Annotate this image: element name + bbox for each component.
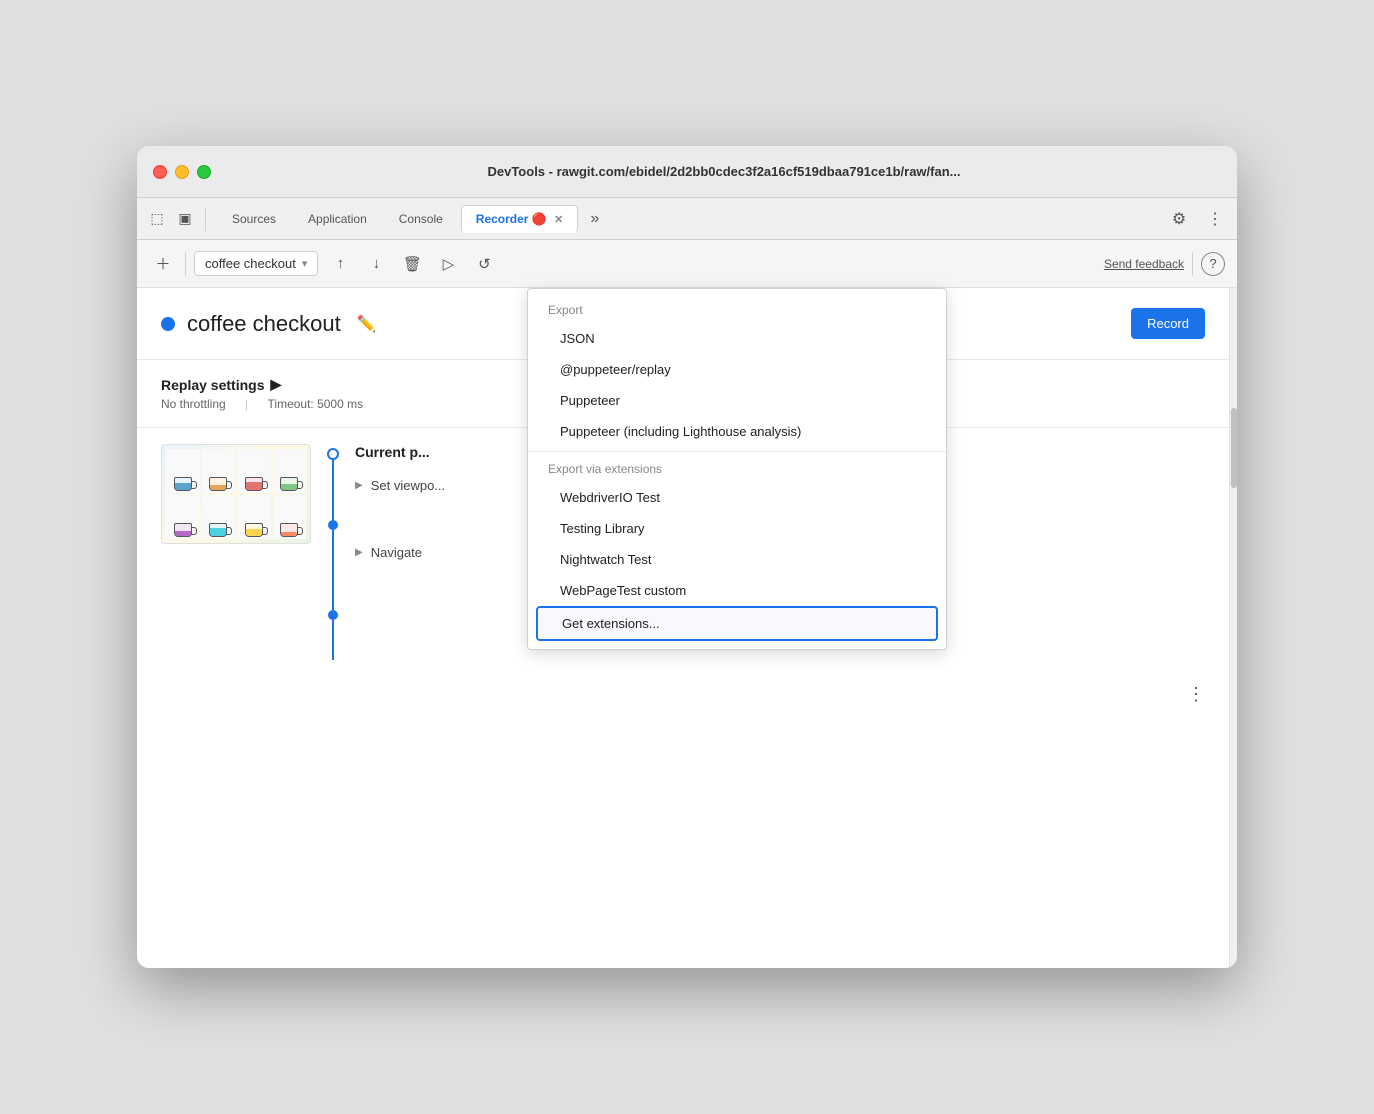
chevron-down-icon: ▾ — [302, 257, 308, 270]
toolbar-divider-2 — [1192, 252, 1193, 276]
toolbar-right: Send feedback ? — [1104, 252, 1225, 276]
more-options-dots-icon[interactable]: ⋮ — [1187, 684, 1205, 705]
step-more-area: ⋮ — [137, 676, 1229, 713]
recording-selector[interactable]: coffee checkout ▾ — [194, 251, 318, 276]
mug-cell-5 — [166, 495, 200, 539]
add-recording-button[interactable]: ＋ — [149, 250, 177, 278]
toolbar: ＋ coffee checkout ▾ ↑ ↓ 🗑 ▷ ↺ Send feedb… — [137, 240, 1237, 288]
export-puppeteer-lighthouse-item[interactable]: Puppeteer (including Lighthouse analysis… — [528, 416, 946, 447]
record-button[interactable]: Record — [1131, 308, 1205, 339]
step-timeline — [327, 448, 339, 660]
devtools-window: DevTools - rawgit.com/ebidel/2d2bb0cdec3… — [137, 146, 1237, 968]
get-extensions-item[interactable]: Get extensions... — [536, 606, 938, 641]
more-tabs-icon[interactable]: » — [582, 206, 607, 232]
export-webpagetest-item[interactable]: WebPageTest custom — [528, 575, 946, 606]
export-nightwatch-item[interactable]: Nightwatch Test — [528, 544, 946, 575]
export-via-extensions-label: Export via extensions — [528, 456, 946, 482]
titlebar: DevTools - rawgit.com/ebidel/2d2bb0cdec3… — [137, 146, 1237, 198]
mug-cell-6 — [202, 495, 236, 539]
step-arrow-icon: ▶ — [355, 480, 363, 491]
delete-button[interactable]: 🗑 — [398, 250, 426, 278]
slow-replay-button[interactable]: ↺ — [470, 250, 498, 278]
recording-status-dot — [161, 317, 175, 331]
timeline-start-node — [327, 448, 339, 460]
maximize-traffic-light[interactable] — [197, 165, 211, 179]
tabbar: ⬚ ▣ Sources Application Console Recorder… — [137, 198, 1237, 240]
timeline-line-1 — [332, 460, 334, 520]
mug-cell-7 — [237, 495, 271, 539]
mug-cell-2 — [202, 449, 236, 493]
export-button[interactable]: ↑ — [326, 250, 354, 278]
timeout-label: Timeout: 5000 ms — [260, 397, 372, 411]
timeline-dot-1 — [328, 520, 338, 530]
download-button[interactable]: ↓ — [362, 250, 390, 278]
dropdown-divider — [528, 451, 946, 452]
export-puppeteer-replay-item[interactable]: @puppeteer/replay — [528, 354, 946, 385]
tab-recorder-close[interactable]: ✕ — [554, 214, 563, 226]
tab-sources[interactable]: Sources — [218, 206, 290, 232]
cursor-icon[interactable]: ⬚ — [145, 207, 169, 231]
replay-settings-arrow-icon: ▶ — [270, 376, 281, 393]
export-testing-library-item[interactable]: Testing Library — [528, 513, 946, 544]
mug-cell-3 — [237, 449, 271, 493]
more-options-icon[interactable]: ⋮ — [1201, 205, 1229, 233]
tabbar-right: ⚙ ⋮ — [1165, 205, 1229, 233]
recording-title: coffee checkout — [187, 311, 341, 337]
export-puppeteer-item[interactable]: Puppeteer — [528, 385, 946, 416]
tab-nav-icons: ⬚ ▣ — [145, 207, 206, 231]
tab-recorder[interactable]: Recorder 🔴 ✕ — [461, 205, 579, 233]
scrollbar-thumb[interactable] — [1231, 408, 1237, 488]
screenshot-thumbnail — [161, 444, 311, 544]
recording-name: coffee checkout — [205, 256, 296, 271]
edit-title-icon[interactable]: ✏️ — [357, 314, 377, 334]
mug-cell-4 — [273, 449, 307, 493]
export-json-item[interactable]: JSON — [528, 323, 946, 354]
tab-console[interactable]: Console — [385, 206, 457, 232]
panel-icon[interactable]: ▣ — [173, 207, 197, 231]
export-section-label: Export — [528, 297, 946, 323]
settings-icon[interactable]: ⚙ — [1165, 205, 1193, 233]
help-button[interactable]: ? — [1201, 252, 1225, 276]
separator: | — [237, 397, 256, 411]
scrollbar[interactable] — [1229, 288, 1237, 968]
mug-cell-1 — [166, 449, 200, 493]
mug-grid — [162, 445, 310, 543]
send-feedback-link[interactable]: Send feedback — [1104, 257, 1184, 271]
toolbar-divider-1 — [185, 252, 186, 276]
replay-settings-label: Replay settings — [161, 377, 264, 393]
timeline-line-3 — [332, 620, 334, 660]
traffic-lights — [153, 165, 211, 179]
export-dropdown: Export JSON @puppeteer/replay Puppeteer … — [527, 288, 947, 650]
export-webdriverio-item[interactable]: WebdriverIO Test — [528, 482, 946, 513]
navigate-step-arrow-icon: ▶ — [355, 547, 363, 558]
mug-cell-8 — [273, 495, 307, 539]
window-title: DevTools - rawgit.com/ebidel/2d2bb0cdec3… — [227, 164, 1221, 179]
minimize-traffic-light[interactable] — [175, 165, 189, 179]
timeline-line-2 — [332, 530, 334, 610]
tab-application[interactable]: Application — [294, 206, 381, 232]
main-content: coffee checkout ✏️ Record Replay setting… — [137, 288, 1237, 968]
replay-button[interactable]: ▷ — [434, 250, 462, 278]
timeline-dot-2 — [328, 610, 338, 620]
close-traffic-light[interactable] — [153, 165, 167, 179]
throttling-label: No throttling — [161, 397, 234, 411]
